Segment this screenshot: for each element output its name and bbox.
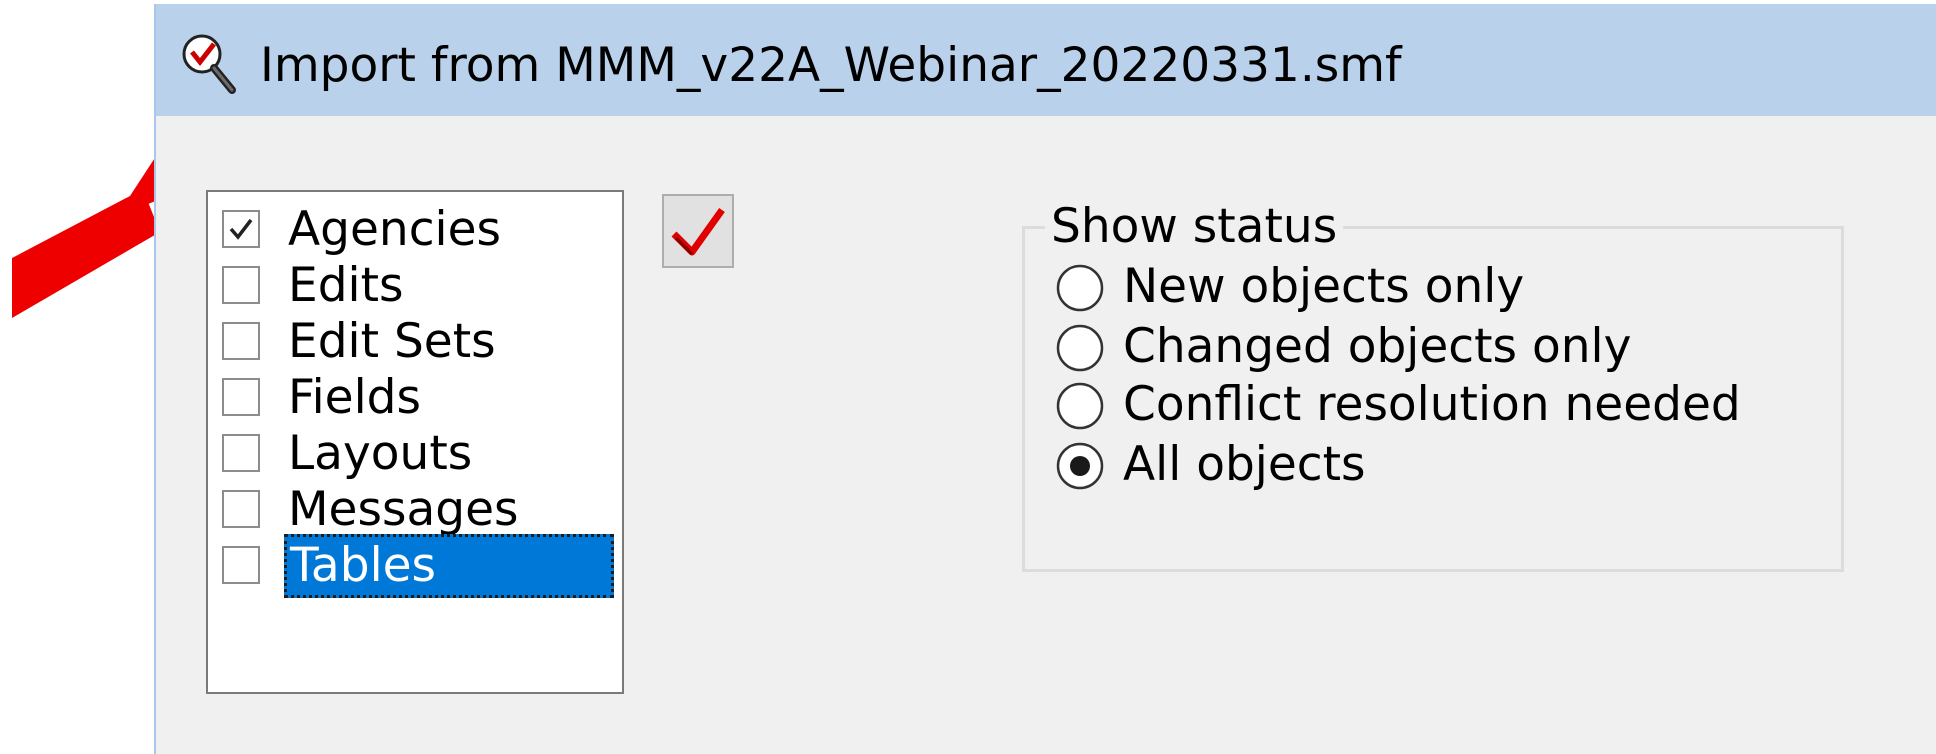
checkbox-edits[interactable] bbox=[222, 266, 260, 304]
object-type-list[interactable]: Agencies Edits Edit Sets Fields Layouts … bbox=[206, 190, 624, 694]
radio-button[interactable] bbox=[1055, 381, 1105, 431]
check-icon bbox=[229, 218, 253, 240]
window-title: Import from MMM_v22A_Webinar_20220331.sm… bbox=[260, 38, 1402, 93]
radio-label: All objects bbox=[1123, 437, 1366, 492]
checkbox-messages[interactable] bbox=[222, 490, 260, 528]
list-item-label: Tables bbox=[284, 534, 614, 598]
list-item-layouts[interactable]: Layouts bbox=[222, 422, 618, 486]
list-item-label: Fields bbox=[288, 370, 421, 425]
list-item-label: Layouts bbox=[288, 426, 473, 481]
checkbox-edit-sets[interactable] bbox=[222, 322, 260, 360]
radio-all-objects[interactable]: All objects bbox=[1055, 429, 1835, 499]
checkbox-layouts[interactable] bbox=[222, 434, 260, 472]
list-item-label: Messages bbox=[288, 482, 519, 537]
magnifier-app-icon bbox=[182, 34, 236, 94]
import-dialog: Import from MMM_v22A_Webinar_20220331.sm… bbox=[154, 4, 1936, 754]
check-all-button[interactable] bbox=[662, 194, 734, 268]
list-item-agencies[interactable]: Agencies bbox=[222, 198, 618, 262]
show-status-legend: Show status bbox=[1045, 199, 1344, 255]
red-checkmark-icon bbox=[671, 207, 725, 256]
radio-button[interactable] bbox=[1055, 323, 1105, 373]
list-item-label: Agencies bbox=[288, 202, 501, 257]
checkbox-fields[interactable] bbox=[222, 378, 260, 416]
checkbox-agencies[interactable] bbox=[222, 210, 260, 248]
title-bar: Import from MMM_v22A_Webinar_20220331.sm… bbox=[156, 4, 1936, 116]
list-item-label: Edits bbox=[288, 258, 404, 313]
list-item-tables[interactable]: Tables bbox=[222, 534, 618, 598]
radio-button[interactable] bbox=[1055, 263, 1105, 313]
show-status-group: Show status New objects only Changed obj… bbox=[1022, 199, 1844, 572]
radio-button-selected[interactable] bbox=[1055, 441, 1105, 491]
list-item-edits[interactable]: Edits bbox=[222, 254, 618, 318]
list-item-label: Edit Sets bbox=[288, 314, 496, 369]
list-item-messages[interactable]: Messages bbox=[222, 478, 618, 542]
list-item-edit-sets[interactable]: Edit Sets bbox=[222, 310, 618, 374]
checkbox-tables[interactable] bbox=[222, 546, 260, 584]
list-item-fields[interactable]: Fields bbox=[222, 366, 618, 430]
